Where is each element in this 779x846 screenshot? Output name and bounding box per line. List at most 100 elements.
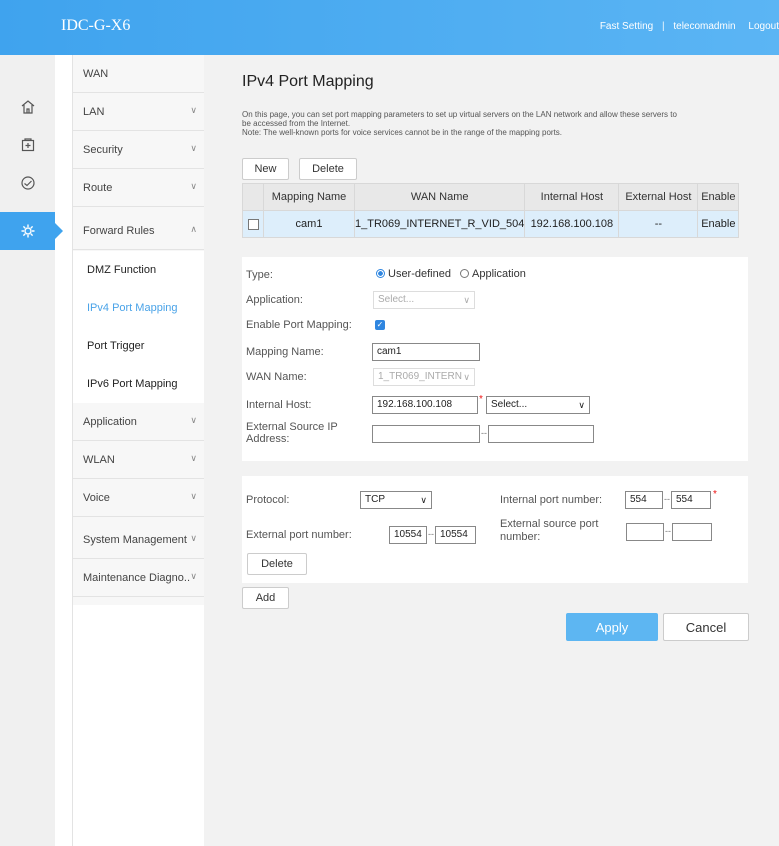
select-value: Select... [491, 399, 528, 410]
gear-icon[interactable] [0, 212, 63, 250]
description-line: Note: The well-known ports for voice ser… [242, 128, 563, 137]
application-select[interactable]: Select... ∨ [373, 291, 475, 309]
internal-port-end-input[interactable]: 554 [671, 491, 711, 509]
menu-item-label: Application [83, 415, 137, 428]
submenu-ipv4-port-mapping[interactable]: IPv4 Port Mapping [73, 289, 205, 327]
menu-item-route[interactable]: Route ∨ [73, 169, 205, 207]
main-content: IPv4 Port Mapping On this page, you can … [204, 55, 779, 846]
plus-box-icon[interactable] [0, 126, 55, 164]
chevron-down-icon: ∨ [190, 415, 197, 425]
select-value: 1_TR069_INTERN [378, 371, 462, 382]
delete-button[interactable]: Delete [299, 158, 357, 180]
nav-menu: WAN LAN ∨ Security ∨ Route ∨ Forward Rules ∧… [72, 55, 205, 846]
chevron-down-icon: ∨ [190, 105, 197, 115]
row-select-cell[interactable] [242, 210, 264, 238]
range-separator: -- [664, 494, 670, 504]
home-icon[interactable] [0, 88, 55, 126]
page-title: IPv4 Port Mapping [242, 73, 374, 90]
mapping-name-input[interactable]: cam1 [372, 343, 480, 361]
apply-button[interactable]: Apply [566, 613, 658, 641]
menu-item-system-management[interactable]: System Management ∨ [73, 521, 205, 559]
menu-item-lan[interactable]: LAN ∨ [73, 93, 205, 131]
required-mark: * [479, 394, 483, 405]
submenu-ipv6-port-mapping[interactable]: IPv6 Port Mapping [73, 365, 205, 403]
type-option-user-defined[interactable]: User-defined [376, 268, 451, 280]
application-label: Application: [246, 294, 303, 306]
gauge-icon[interactable] [0, 164, 55, 202]
cancel-button[interactable]: Cancel [663, 613, 749, 641]
chevron-down-icon: ∨ [190, 491, 197, 501]
radio-selected-icon[interactable] [376, 269, 385, 278]
wan-name-select[interactable]: 1_TR069_INTERN ∨ [373, 368, 475, 386]
chevron-down-icon: ∨ [190, 533, 197, 543]
chevron-down-icon: ∨ [190, 143, 197, 153]
range-separator: -- [481, 428, 487, 438]
select-value: TCP [365, 494, 385, 505]
table-row[interactable]: cam1 1_TR069_INTERNET_R_VID_504 192.168.… [242, 210, 740, 238]
select-value: Select... [378, 294, 415, 305]
column-header: Enable [697, 183, 740, 211]
external-source-port-start-input[interactable] [626, 523, 664, 541]
row-checkbox[interactable] [247, 218, 259, 230]
protocol-select[interactable]: TCP ∨ [360, 491, 432, 509]
table-cell: 192.168.100.108 [524, 210, 620, 238]
internal-port-label: Internal port number: [500, 494, 603, 506]
top-bar: IDC-G-X6 Fast Setting | telecomadmin Log… [0, 0, 779, 55]
menu-item-security[interactable]: Security ∨ [73, 131, 205, 169]
radio-unselected-icon[interactable] [460, 269, 469, 278]
menu-item-forward-rules[interactable]: Forward Rules ∧ [73, 212, 205, 250]
menu-item-label: Security [83, 143, 123, 156]
menu-item-maintenance[interactable]: Maintenance Diagno.. ∨ [73, 559, 205, 597]
column-header: WAN Name [353, 183, 526, 211]
submenu-dmz-function[interactable]: DMZ Function [73, 251, 205, 289]
label-line: External source port [500, 518, 599, 530]
chevron-down-icon: ∨ [190, 181, 197, 191]
new-button[interactable]: New [242, 158, 289, 180]
menu-item-label: Maintenance Diagno.. [83, 571, 191, 584]
external-source-ip-end-input[interactable] [488, 425, 594, 443]
internal-port-start-input[interactable]: 554 [625, 491, 663, 509]
chevron-down-icon: ∨ [190, 571, 197, 581]
table-header-row: Mapping Name WAN Name Internal Host Exte… [242, 183, 740, 211]
internal-host-label: Internal Host: [246, 399, 312, 411]
external-source-ip-start-input[interactable] [372, 425, 480, 443]
delete-port-button[interactable]: Delete [247, 553, 307, 575]
menu-item-wan[interactable]: WAN [73, 55, 205, 93]
chevron-up-icon: ∧ [190, 224, 197, 234]
menu-item-wlan[interactable]: WLAN ∨ [73, 441, 205, 479]
external-port-end-input[interactable]: 10554 [435, 526, 476, 544]
logout-link[interactable]: Logout [748, 21, 779, 32]
internal-host-select[interactable]: Select... ∨ [486, 396, 590, 414]
submenu-label: IPv6 Port Mapping [87, 378, 178, 390]
menu-item-label: LAN [83, 105, 105, 118]
fast-setting-link[interactable]: Fast Setting [600, 21, 653, 32]
column-header: Mapping Name [263, 183, 355, 211]
menu-filler [73, 605, 205, 846]
external-port-start-input[interactable]: 10554 [389, 526, 427, 544]
wan-name-label: WAN Name: [246, 371, 307, 383]
add-port-button[interactable]: Add [242, 587, 289, 609]
type-label: Type: [246, 269, 273, 281]
menu-item-label: WLAN [83, 453, 115, 466]
mapping-table: Mapping Name WAN Name Internal Host Exte… [242, 183, 740, 238]
external-source-port-end-input[interactable] [672, 523, 712, 541]
external-source-port-label: External source port number: [500, 518, 598, 544]
description-line: be accessed from the Internet. [242, 119, 351, 128]
menu-item-label: WAN [83, 67, 109, 80]
table-cell: -- [618, 210, 699, 238]
user-link[interactable]: telecomadmin [673, 21, 735, 32]
external-port-label: External port number: [246, 529, 352, 541]
column-header: Internal Host [524, 183, 620, 211]
type-option-application[interactable]: Application [460, 268, 526, 280]
menu-item-application[interactable]: Application ∨ [73, 403, 205, 441]
internal-host-input[interactable]: 192.168.100.108 [372, 396, 478, 414]
top-separator: | [661, 21, 665, 32]
top-links: Fast Setting | telecomadmin Logout [600, 21, 779, 32]
label-line: Address: [246, 433, 290, 445]
enable-port-mapping-checkbox[interactable]: ✓ [375, 320, 385, 330]
menu-item-label: Route [83, 181, 113, 194]
chevron-down-icon: ∨ [420, 495, 427, 505]
menu-item-voice[interactable]: Voice ∨ [73, 479, 205, 517]
submenu-port-trigger[interactable]: Port Trigger [73, 327, 205, 365]
page-description: On this page, you can set port mapping p… [242, 110, 779, 137]
